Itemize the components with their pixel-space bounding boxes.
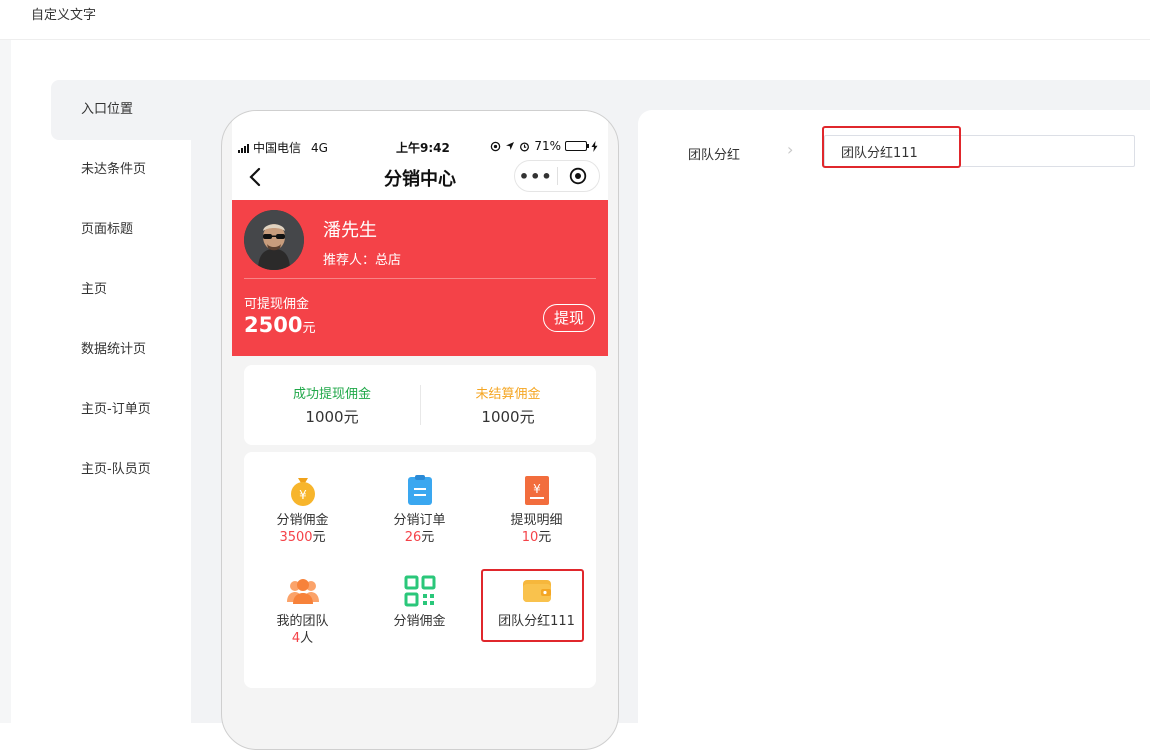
stat-unsettled-value: 1000元 <box>481 408 535 426</box>
grid-value-number: 10 <box>521 530 539 545</box>
grid-value: 3500元 <box>244 529 361 547</box>
clipboard-icon <box>407 475 432 505</box>
network-type: 4G <box>311 140 328 155</box>
location-icon <box>491 141 501 151</box>
grid-item-withdrawal-details[interactable]: ¥ 提现明细 10元 <box>478 473 595 547</box>
profile-hero: 潘先生 推荐人：总店 可提现佣金 2500元 提现 <box>232 200 608 356</box>
grid-label: 分销订单 <box>393 513 446 528</box>
grid-value-number: 3500 <box>279 530 313 545</box>
side-nav-item-statistics-page[interactable]: 数据统计页 <box>51 320 191 380</box>
withdraw-button[interactable]: 提现 <box>543 304 595 332</box>
grid-item-my-team[interactable]: 我的团队 4人 <box>244 574 361 648</box>
hero-divider <box>244 278 596 279</box>
settings-panel: 团队分红 › <box>638 110 1150 723</box>
commission-stats-card: 成功提现佣金 1000元 未结算佣金 1000元 <box>244 365 596 445</box>
side-nav-item-home-orders[interactable]: 主页-订单页 <box>51 380 191 440</box>
stat-unsettled[interactable]: 未结算佣金 1000元 <box>420 383 596 427</box>
grid-value-number: 4 <box>291 631 301 646</box>
avatar <box>244 210 304 270</box>
grid-item-distribution-commission-qr[interactable]: 分销佣金 <box>361 574 478 630</box>
status-time: 上午9:42 <box>396 141 450 155</box>
withdrawable-amount-value: 2500 <box>244 313 303 337</box>
grid-item-team-dividend[interactable]: 团队分红111 <box>478 574 595 630</box>
money-bag-icon: ¥ <box>290 478 315 506</box>
stat-unsettled-label: 未结算佣金 <box>475 387 541 402</box>
alarm-icon <box>520 141 530 151</box>
mini-program-navbar: 分销中心 ••• <box>232 157 608 197</box>
charging-icon <box>591 140 598 152</box>
side-nav: 入口位置 未达条件页 页面标题 主页 数据统计页 主页-订单页 主页-队员页 <box>51 80 191 500</box>
battery-percent: 71% <box>534 139 561 153</box>
grid-value-unit: 元 <box>421 530 435 545</box>
signal-icon <box>238 143 249 153</box>
side-nav-item-entry-position[interactable]: 入口位置 <box>51 80 191 140</box>
grid-item-distribution-commission[interactable]: ¥ 分销佣金 3500元 <box>244 473 361 547</box>
side-nav-item-home[interactable]: 主页 <box>51 260 191 320</box>
team-icon <box>286 579 319 604</box>
grid-label: 团队分红111 <box>498 614 575 629</box>
withdrawable-commission-label: 可提现佣金 <box>244 297 310 312</box>
side-nav-item-home-members[interactable]: 主页-队员页 <box>51 440 191 500</box>
withdrawable-amount-unit: 元 <box>302 321 316 336</box>
grid-value-unit: 元 <box>312 530 326 545</box>
stat-withdrawn-value: 1000元 <box>305 408 359 426</box>
page-title: 自定义文字 <box>31 8 97 23</box>
grid-label: 提现明细 <box>510 513 563 528</box>
battery-icon <box>565 141 589 151</box>
referrer-text: 推荐人：总店 <box>323 253 402 268</box>
team-dividend-text-input[interactable] <box>824 135 1135 167</box>
grid-value-unit: 元 <box>538 530 552 545</box>
team-dividend-field-label: 团队分红 <box>688 148 741 163</box>
status-bar: 中国电信 4G 上午9:42 71% <box>238 139 610 155</box>
grid-label: 我的团队 <box>276 614 329 629</box>
withdrawable-commission-amount: 2500元 <box>244 313 315 337</box>
svg-text:¥: ¥ <box>299 488 307 502</box>
qr-code-icon <box>404 575 435 607</box>
withdraw-detail-icon: ¥ <box>524 476 549 505</box>
stat-withdrawn-label: 成功提现佣金 <box>292 387 371 402</box>
feature-grid: ¥ 分销佣金 3500元 分销订单 26元 ¥ 提现明细 10元 我的团队 4人… <box>244 452 596 688</box>
grid-value-number: 26 <box>404 530 422 545</box>
grid-label: 分销佣金 <box>276 513 329 528</box>
stat-withdrawn[interactable]: 成功提现佣金 1000元 <box>244 383 420 427</box>
carrier-name: 中国电信 <box>253 141 302 155</box>
top-bar: 自定义文字 <box>0 0 1150 40</box>
user-name: 潘先生 <box>323 220 377 241</box>
left-strip <box>0 40 11 723</box>
grid-value-unit: 人 <box>300 631 314 646</box>
mini-program-capsule: ••• <box>514 160 600 192</box>
svg-text:¥: ¥ <box>533 482 541 496</box>
navigation-arrow-icon <box>506 142 515 150</box>
phone-preview: 中国电信 4G 上午9:42 71% 分销中心 ••• 潘先生 推荐人：总店 可… <box>221 110 619 750</box>
close-mini-program-icon[interactable] <box>558 167 600 185</box>
side-nav-item-unmet-condition-page[interactable]: 未达条件页 <box>51 140 191 200</box>
more-options-icon[interactable]: ••• <box>515 167 557 186</box>
grid-label: 分销佣金 <box>393 614 446 629</box>
grid-value: 4人 <box>244 630 361 648</box>
chevron-right-icon: › <box>787 140 794 159</box>
side-nav-item-page-title[interactable]: 页面标题 <box>51 200 191 260</box>
wallet-icon <box>522 580 551 602</box>
grid-value: 26元 <box>361 529 478 547</box>
grid-item-distribution-orders[interactable]: 分销订单 26元 <box>361 473 478 547</box>
grid-value: 10元 <box>478 529 595 547</box>
